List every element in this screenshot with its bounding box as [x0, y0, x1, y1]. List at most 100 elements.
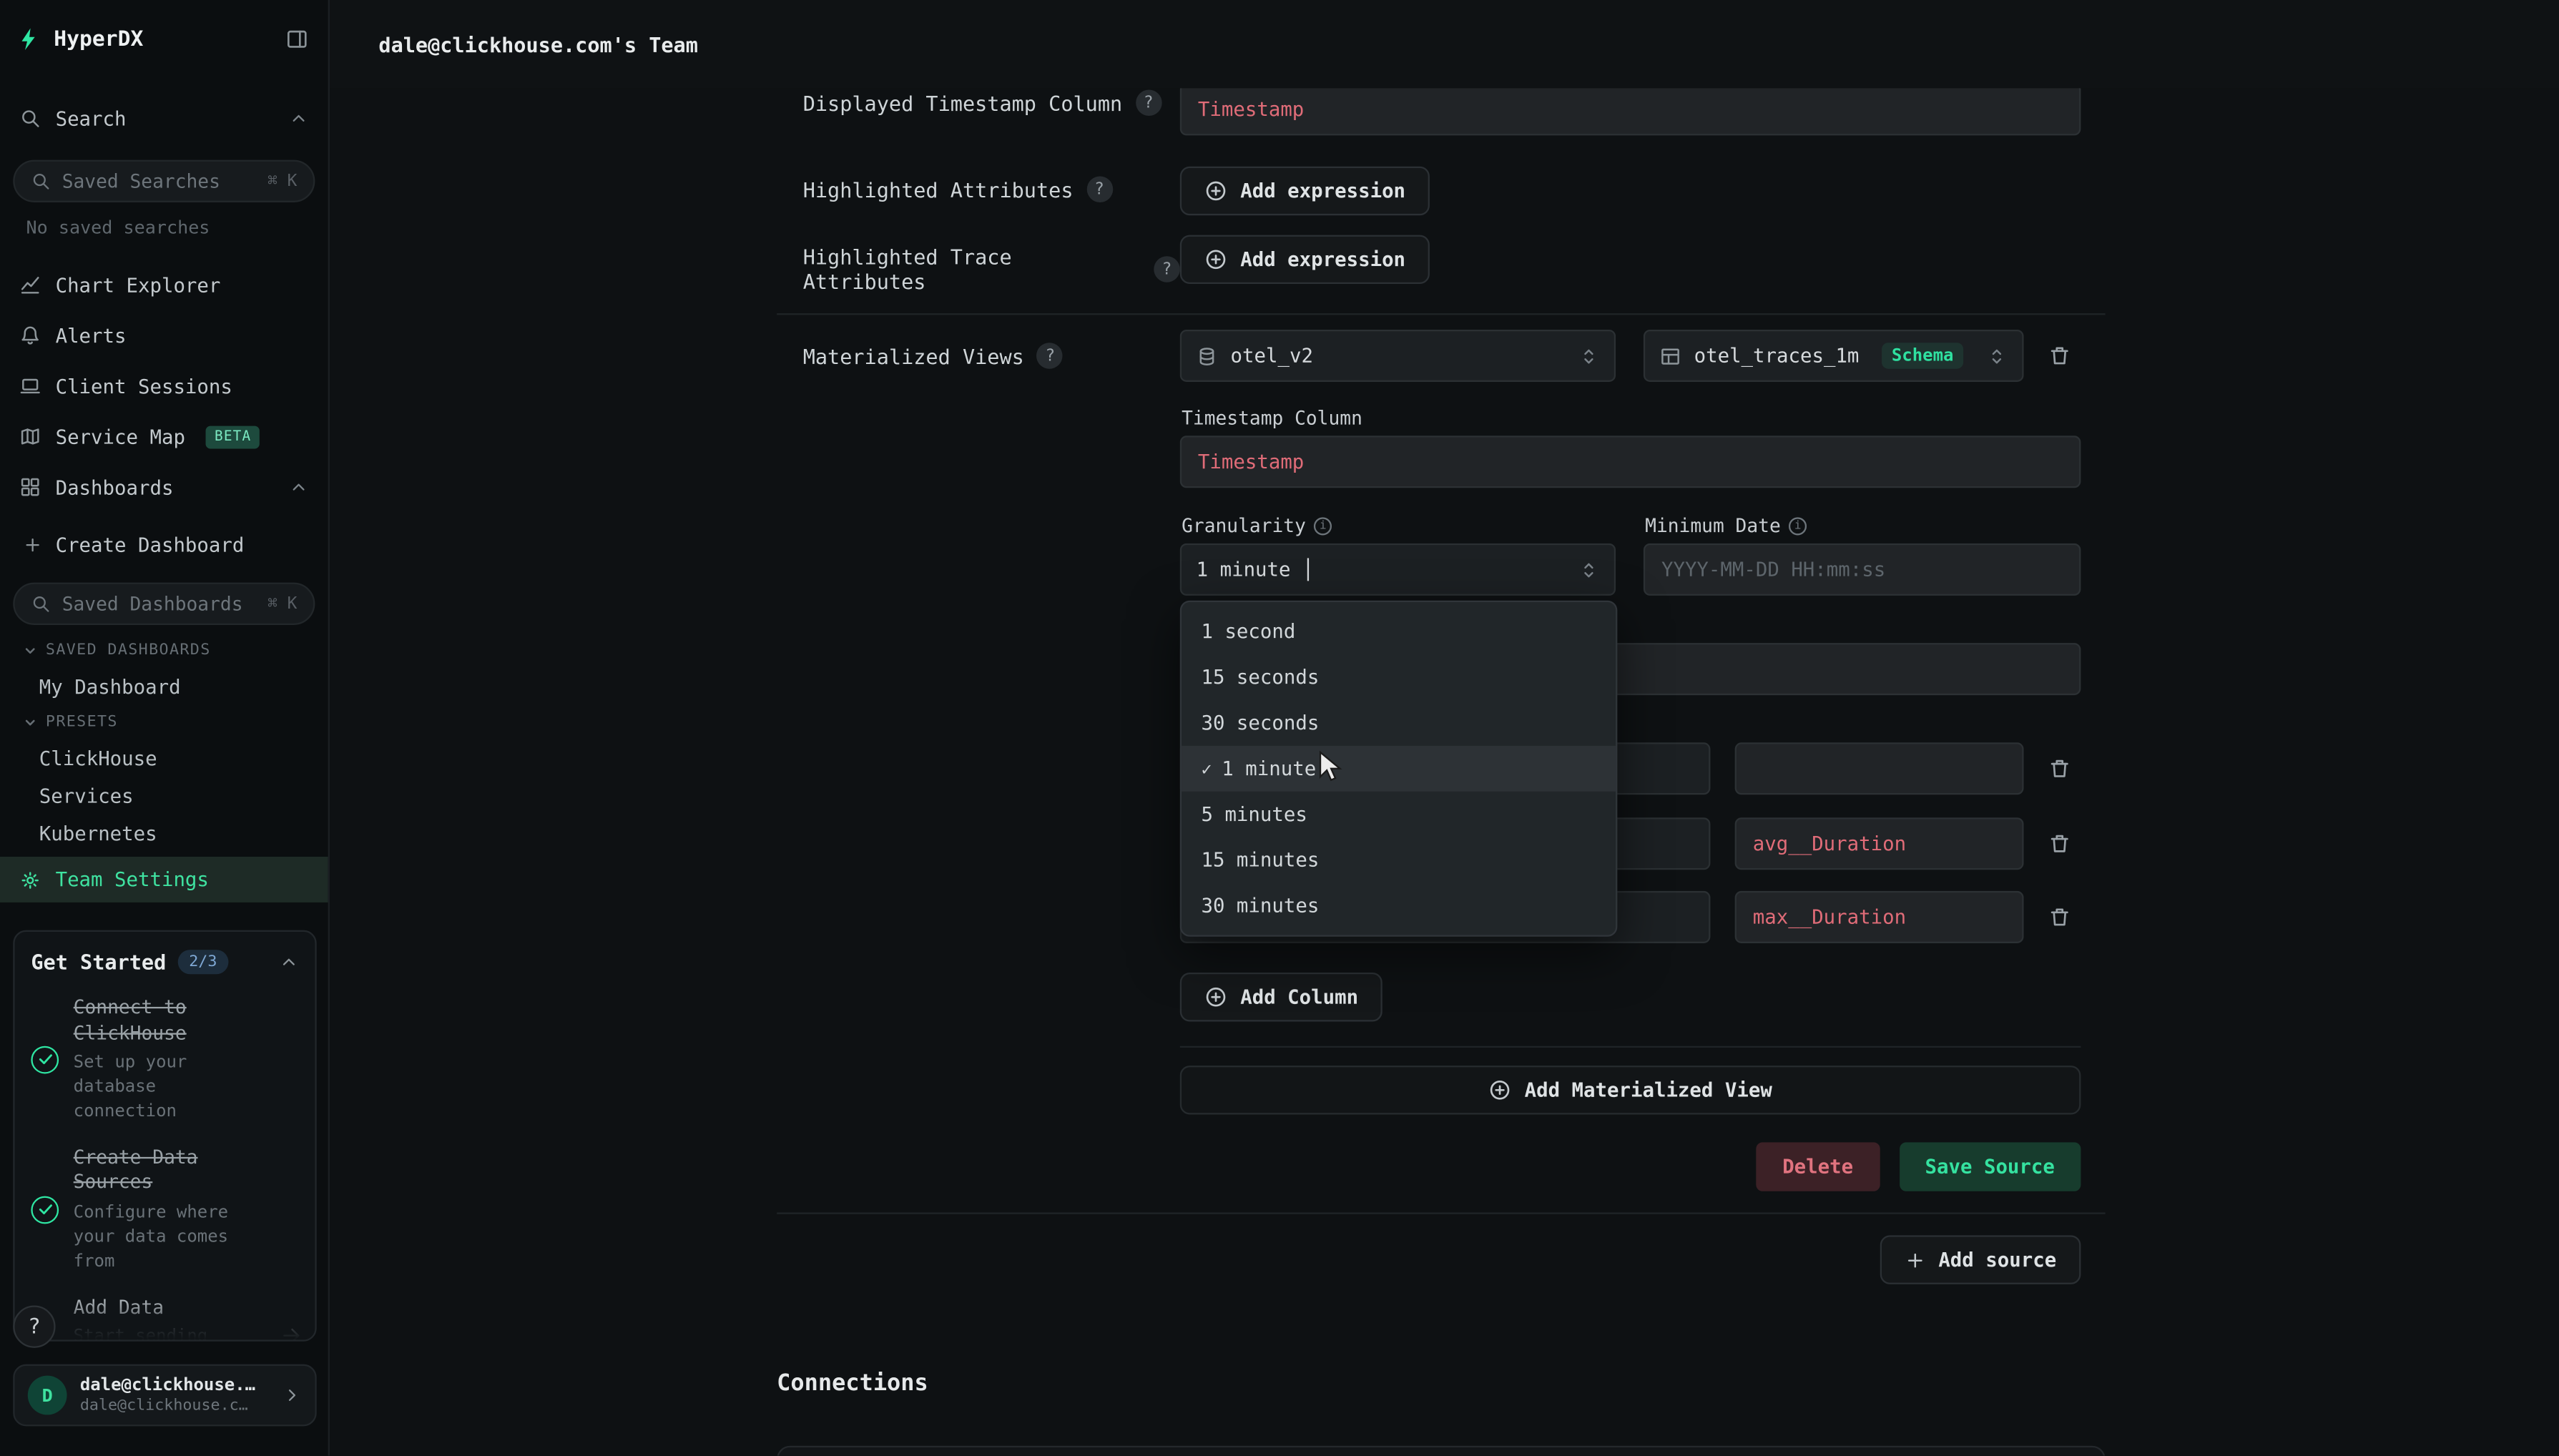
- schema-badge[interactable]: Schema: [1882, 343, 1963, 369]
- delete-column-trash-icon[interactable]: [2038, 894, 2081, 940]
- step-desc: Start sending logs, metrics, or: [74, 1325, 266, 1342]
- plus-circle-icon: [1488, 1078, 1511, 1101]
- step-title: Create Data Sources: [74, 1145, 266, 1196]
- add-column-button[interactable]: Add Column: [1180, 973, 1383, 1021]
- chevron-up-icon[interactable]: [289, 109, 308, 128]
- sidebar-item-label: Dashboards: [56, 476, 174, 498]
- dropdown-option[interactable]: 15 minutes: [1182, 837, 1616, 883]
- get-started-step-connect[interactable]: Connect to ClickHouse Set up your databa…: [31, 995, 298, 1124]
- displayed-timestamp-input[interactable]: Timestamp: [1180, 88, 2081, 135]
- delete-button[interactable]: Delete: [1757, 1142, 1880, 1191]
- sidebar-item-services[interactable]: Services: [0, 777, 328, 814]
- chevron-updown-icon: [1578, 345, 1600, 367]
- create-dashboard-button[interactable]: Create Dashboard: [0, 523, 328, 566]
- sidebar-item-my-dashboard[interactable]: My Dashboard: [0, 667, 328, 704]
- granularity-select[interactable]: 1 minute: [1180, 543, 1616, 596]
- delete-column-trash-icon[interactable]: [2038, 821, 2081, 867]
- search-nav-icon: [19, 108, 41, 129]
- bell-icon: [19, 325, 41, 346]
- add-expression-button[interactable]: Add expression: [1180, 235, 1430, 284]
- sidebar-item-dashboards[interactable]: Dashboards: [0, 463, 328, 511]
- sidebar-item-search[interactable]: Search: [0, 94, 328, 142]
- view-select[interactable]: otel_v2: [1180, 330, 1616, 382]
- info-icon[interactable]: i: [1314, 516, 1332, 534]
- chevron-up-icon[interactable]: [279, 952, 298, 971]
- user-name: dale@clickhouse.…: [80, 1375, 255, 1397]
- get-started-step-sources[interactable]: Create Data Sources Configure where your…: [31, 1145, 298, 1274]
- help-button[interactable]: ?: [13, 1306, 55, 1348]
- table-select[interactable]: otel_traces_1m Schema: [1644, 330, 2024, 382]
- dropdown-option[interactable]: 5 minutes: [1182, 792, 1616, 837]
- add-materialized-view-button[interactable]: Add Materialized View: [1180, 1066, 2081, 1114]
- delete-column-trash-icon[interactable]: [2038, 746, 2081, 792]
- granularity-value: 1 minute: [1197, 558, 1291, 581]
- team-settings-label: Team Settings: [56, 868, 209, 891]
- dropdown-option[interactable]: 1 second: [1182, 609, 1616, 654]
- divider: [1180, 1046, 2081, 1048]
- section-presets[interactable]: PRESETS: [0, 710, 328, 734]
- avatar: D: [28, 1376, 67, 1415]
- row-displayed-timestamp: Displayed Timestamp Column ? Timestamp: [777, 88, 2105, 135]
- shortcut-hint: ⌘ K: [267, 172, 297, 190]
- add-expression-button[interactable]: Add expression: [1180, 167, 1430, 215]
- field-label: Displayed Timestamp Column: [803, 91, 1123, 115]
- check-circle-icon: [31, 1046, 59, 1073]
- column-value-input[interactable]: avg__Duration: [1735, 817, 2024, 870]
- sidebar-item-client-sessions[interactable]: Client Sessions: [0, 363, 328, 410]
- sidebar-item-alerts[interactable]: Alerts: [0, 312, 328, 359]
- main-content: Displayed Timestamp Column ? Timestamp H…: [330, 88, 2559, 1455]
- chevron-up-icon[interactable]: [289, 477, 308, 496]
- chevron-updown-icon: [1578, 559, 1600, 581]
- column-value-input[interactable]: [1735, 742, 2024, 795]
- help-circle-icon[interactable]: ?: [1086, 176, 1113, 202]
- column-value-input[interactable]: max__Duration: [1735, 891, 2024, 943]
- saved-searches-input[interactable]: Saved Searches ⌘ K: [13, 160, 315, 202]
- dropdown-option-selected[interactable]: ✓ 1 minute: [1182, 746, 1616, 792]
- delete-view-trash-icon[interactable]: [2038, 333, 2081, 379]
- sidebar-item-kubernetes[interactable]: Kubernetes: [0, 815, 328, 852]
- step-title: Add Data: [74, 1295, 266, 1320]
- hyperdx-app: HyperDX Search Saved Searches ⌘ K No sav…: [0, 0, 2559, 1455]
- arrow-right-icon[interactable]: [280, 1324, 302, 1342]
- save-source-button[interactable]: Save Source: [1899, 1142, 2081, 1191]
- timestamp-column-input[interactable]: Timestamp: [1180, 436, 2081, 488]
- page-title: dale@clickhouse.com's Team: [378, 31, 698, 56]
- get-started-title: Get Started: [31, 950, 166, 974]
- magnifier-icon: [31, 172, 50, 191]
- sidebar: HyperDX Search Saved Searches ⌘ K No sav…: [0, 0, 330, 1455]
- database-icon: [1197, 345, 1218, 367]
- dropdown-option[interactable]: 15 seconds: [1182, 654, 1616, 700]
- add-source-button[interactable]: Add source: [1880, 1235, 2081, 1284]
- sidebar-item-team-settings[interactable]: Team Settings: [0, 857, 328, 902]
- sidebar-item-service-map[interactable]: Service Map BETA: [0, 413, 328, 460]
- sidebar-item-chart-explorer[interactable]: Chart Explorer: [0, 261, 328, 308]
- granularity-mindate-row: Granularity i 1 minute: [1180, 514, 2081, 596]
- get-started-card: Get Started 2/3 Connect to ClickHouse Se…: [13, 930, 316, 1342]
- dropdown-option[interactable]: 30 minutes: [1182, 883, 1616, 929]
- collapse-sidebar-icon[interactable]: [285, 28, 308, 51]
- user-menu[interactable]: D dale@clickhouse.… dale@clickhouse.c…: [13, 1364, 316, 1427]
- dropdown-option[interactable]: 30 seconds: [1182, 700, 1616, 746]
- sidebar-item-label: Service Map: [56, 425, 185, 448]
- laptop-icon: [19, 375, 41, 397]
- saved-dashboards-input[interactable]: Saved Dashboards ⌘ K: [13, 583, 315, 625]
- divider: [777, 313, 2105, 315]
- saved-searches-placeholder: Saved Searches: [62, 169, 220, 192]
- help-circle-icon[interactable]: ?: [1135, 90, 1161, 117]
- beta-badge: BETA: [207, 425, 260, 448]
- brand-row: HyperDX: [0, 0, 328, 72]
- magnifier-icon: [31, 594, 50, 614]
- sidebar-item-clickhouse[interactable]: ClickHouse: [0, 739, 328, 777]
- info-icon[interactable]: i: [1789, 516, 1807, 534]
- help-circle-icon[interactable]: ?: [1154, 256, 1180, 282]
- minimum-date-input[interactable]: YYYY-MM-DD HH:mm:ss: [1644, 543, 2081, 596]
- chevron-updown-icon: [1986, 345, 2008, 367]
- section-saved-dashboards[interactable]: SAVED DASHBOARDS: [0, 638, 328, 662]
- field-label: Highlighted Trace Attributes: [803, 245, 1141, 293]
- row-highlighted-trace-attributes: Highlighted Trace Attributes ? Add expre…: [777, 235, 2105, 294]
- source-actions: Delete Save Source: [1180, 1142, 2081, 1191]
- help-circle-icon[interactable]: ?: [1037, 343, 1064, 369]
- get-started-step-add-data[interactable]: Add Data Start sending logs, metrics, or: [31, 1295, 298, 1342]
- granularity-label: Granularity i: [1180, 514, 1616, 537]
- step-desc: Set up your database connection: [74, 1051, 266, 1124]
